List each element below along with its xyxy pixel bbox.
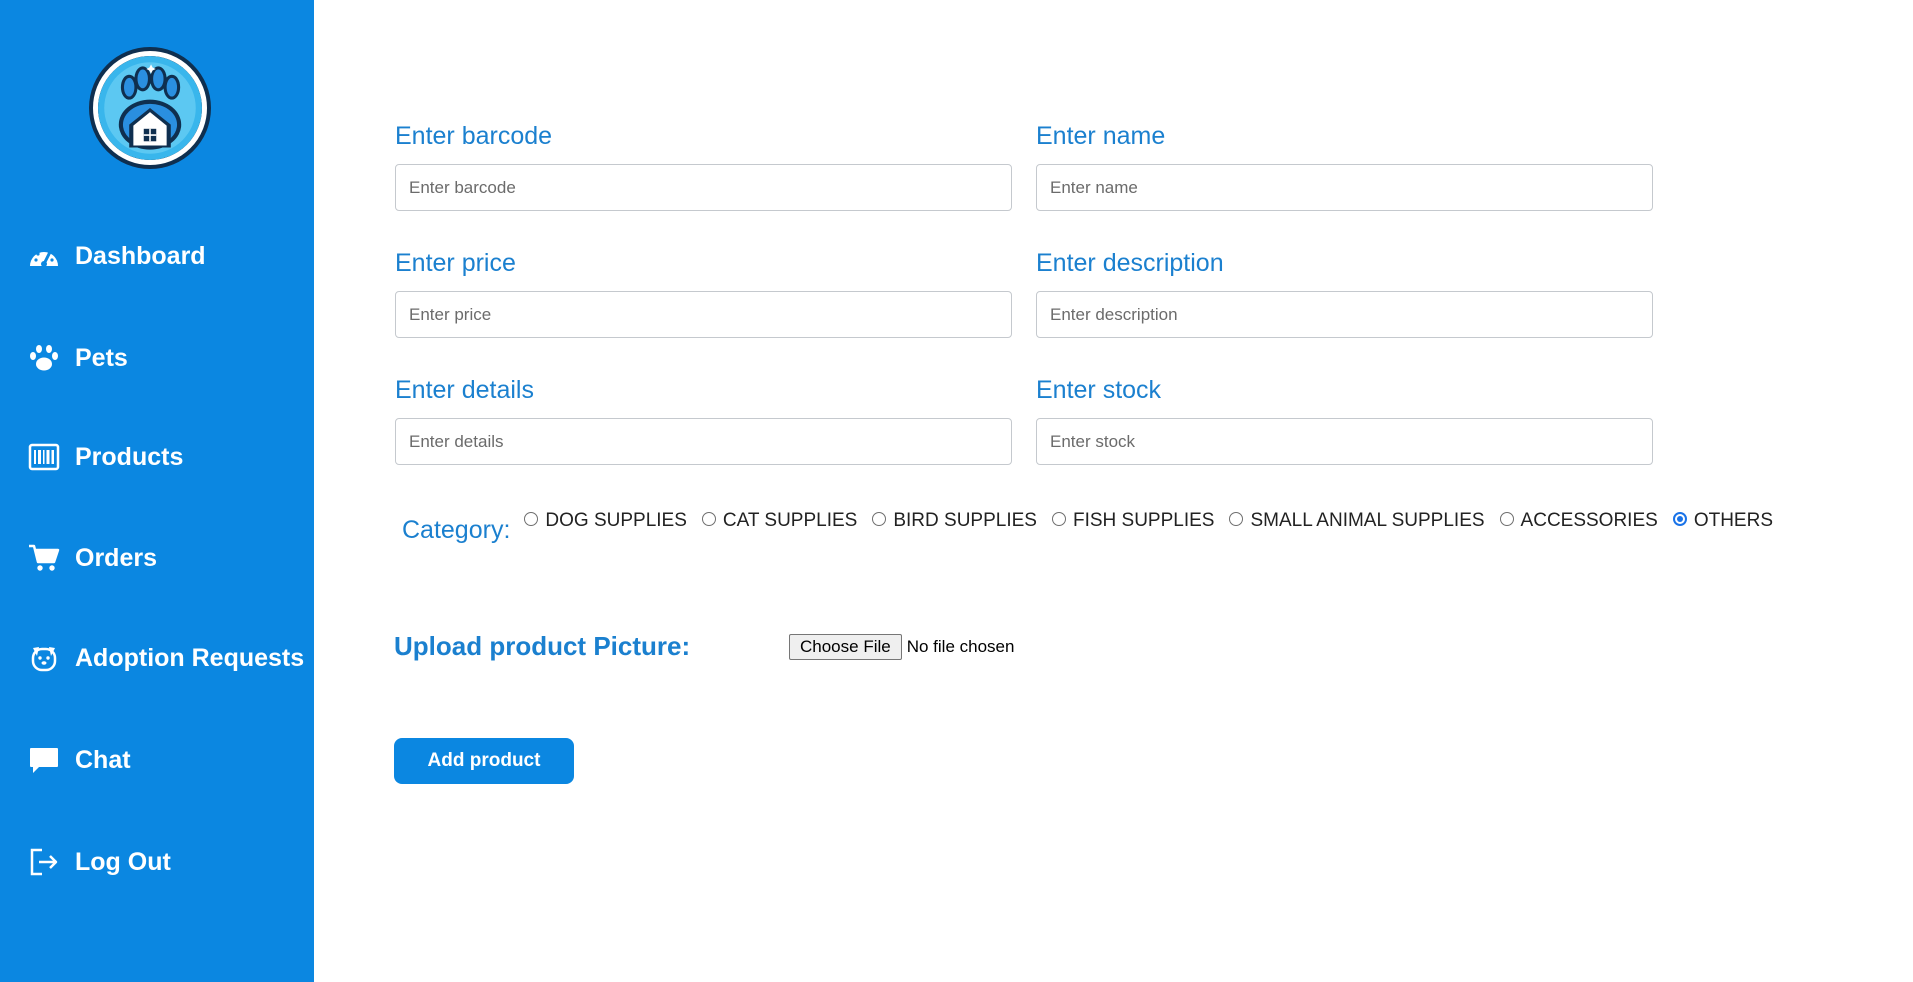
category-option-accessories[interactable]: ACCESSORIES <box>1499 510 1658 532</box>
sidebar-item-pets[interactable]: Pets <box>27 338 128 378</box>
barcode-input[interactable] <box>395 164 1012 211</box>
sidebar-item-log-out[interactable]: Log Out <box>27 842 171 882</box>
category-option-others[interactable]: OTHERS <box>1672 510 1773 532</box>
category-option-label: BIRD SUPPLIES <box>893 510 1037 531</box>
choose-file-button[interactable]: Choose File <box>789 634 902 660</box>
cart-icon <box>27 541 61 575</box>
paw-house-logo <box>93 51 207 165</box>
sidebar-item-products[interactable]: Products <box>27 437 183 477</box>
barcode-label: Enter barcode <box>395 122 553 150</box>
category-label: Category: <box>402 516 511 544</box>
details-input[interactable] <box>395 418 1012 465</box>
sidebar-item-label: Chat <box>75 745 131 774</box>
chat-bubble-icon <box>27 743 61 777</box>
sidebar: Dashboard Pets Products Orders Adoption … <box>0 0 314 982</box>
category-option-fish-supplies[interactable]: FISH SUPPLIES <box>1051 510 1215 532</box>
paw-icon <box>27 341 61 375</box>
add-product-form: Enter barcode Enter name Enter price Ent… <box>314 0 1913 982</box>
stock-input[interactable] <box>1036 418 1653 465</box>
sidebar-item-chat[interactable]: Chat <box>27 740 131 780</box>
file-status-text: No file chosen <box>906 637 1015 656</box>
sidebar-item-label: Pets <box>75 343 128 372</box>
dog-face-icon <box>27 641 61 675</box>
radio-button[interactable] <box>1229 512 1244 526</box>
radio-button[interactable] <box>701 512 716 526</box>
category-option-small-animal-supplies[interactable]: SMALL ANIMAL SUPPLIES <box>1229 510 1485 532</box>
upload-picture-label: Upload product Picture: <box>394 631 691 661</box>
category-option-label: FISH SUPPLIES <box>1072 510 1215 531</box>
category-option-label: DOG SUPPLIES <box>545 510 687 531</box>
category-option-cat-supplies[interactable]: CAT SUPPLIES <box>701 510 858 532</box>
radio-button[interactable] <box>1672 512 1687 526</box>
name-label: Enter name <box>1036 122 1166 150</box>
category-option-dog-supplies[interactable]: DOG SUPPLIES <box>524 510 687 532</box>
price-input[interactable] <box>395 291 1012 338</box>
radio-button[interactable] <box>872 512 887 526</box>
radio-button[interactable] <box>1499 512 1514 526</box>
add-product-button[interactable]: Add product <box>394 738 574 784</box>
details-label: Enter details <box>395 376 534 404</box>
category-option-label: ACCESSORIES <box>1520 510 1658 531</box>
radio-button[interactable] <box>1051 512 1066 526</box>
sidebar-item-label: Adoption Requests <box>75 643 305 672</box>
category-option-label: OTHERS <box>1693 510 1773 531</box>
name-input[interactable] <box>1036 164 1653 211</box>
sidebar-item-label: Orders <box>75 543 157 572</box>
category-radio-group: Category: DOG SUPPLIES CAT SUPPLIES BIRD… <box>402 510 1788 545</box>
logout-icon <box>27 845 61 879</box>
gauge-icon <box>27 239 61 273</box>
sidebar-item-dashboard[interactable]: Dashboard <box>27 236 206 276</box>
category-option-label: SMALL ANIMAL SUPPLIES <box>1250 510 1485 531</box>
barcode-icon <box>27 440 61 474</box>
sidebar-item-orders[interactable]: Orders <box>27 538 157 578</box>
sidebar-item-adoption-requests[interactable]: Adoption Requests <box>27 638 304 678</box>
price-label: Enter price <box>395 249 516 277</box>
sidebar-item-label: Log Out <box>75 847 171 876</box>
sidebar-item-label: Products <box>75 442 184 471</box>
category-option-label: CAT SUPPLIES <box>722 510 858 531</box>
description-label: Enter description <box>1036 249 1224 277</box>
radio-button[interactable] <box>524 512 539 526</box>
category-option-bird-supplies[interactable]: BIRD SUPPLIES <box>872 510 1037 532</box>
file-picker: Choose File No file chosen <box>789 634 1014 660</box>
sidebar-item-label: Dashboard <box>75 241 206 270</box>
stock-label: Enter stock <box>1036 376 1162 404</box>
description-input[interactable] <box>1036 291 1653 338</box>
